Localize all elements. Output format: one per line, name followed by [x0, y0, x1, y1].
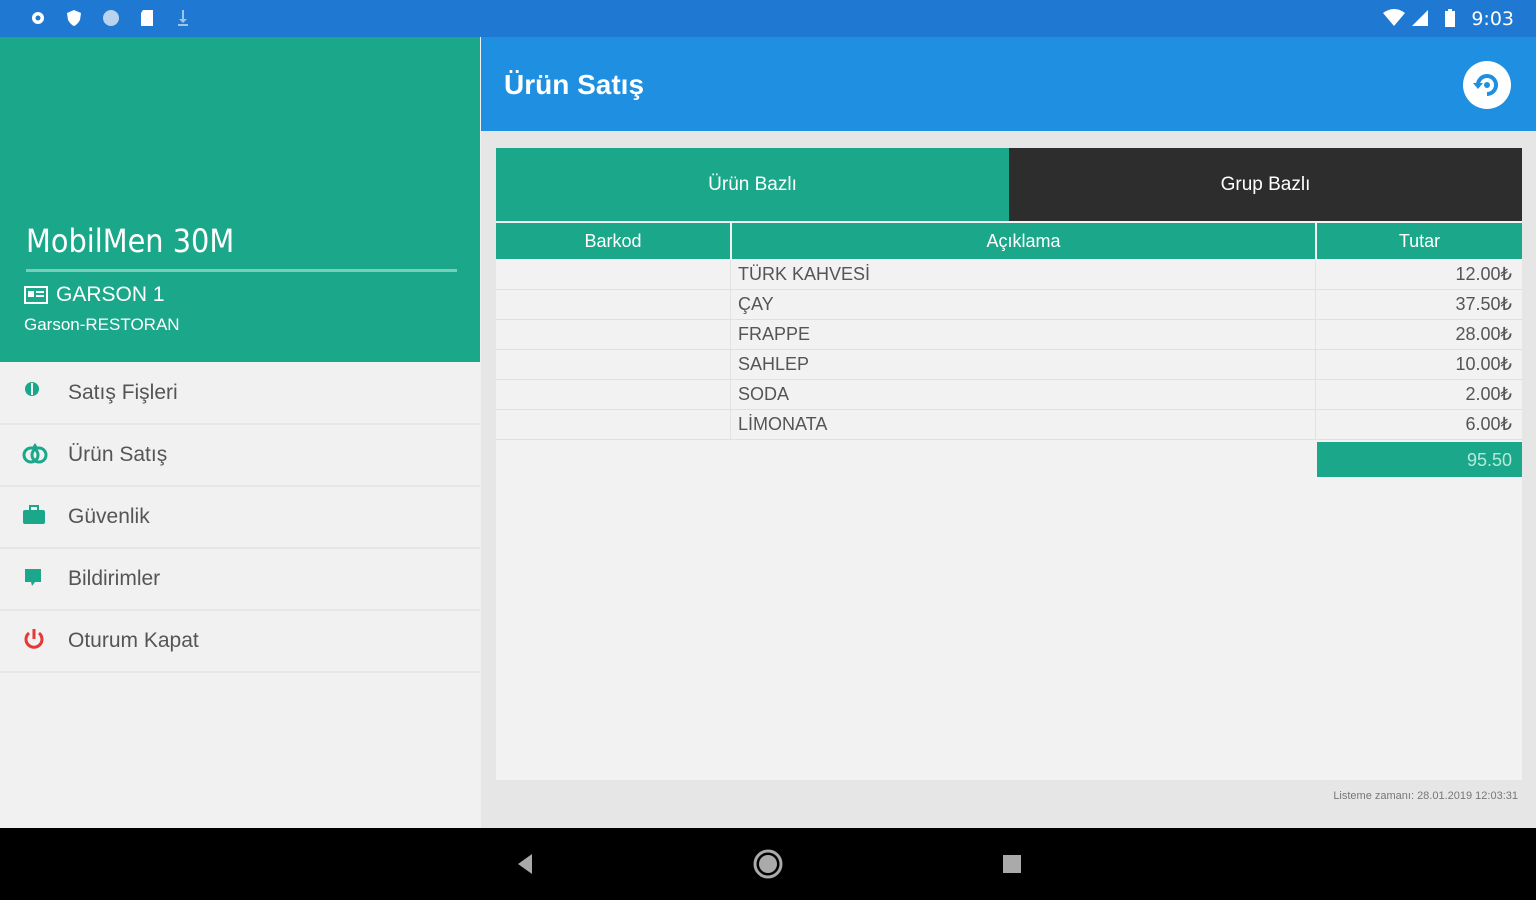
- power-icon: [24, 629, 44, 649]
- user-name: GARSON 1: [56, 283, 165, 306]
- download-icon: [178, 10, 188, 26]
- page-title: Ürün Satış: [504, 69, 645, 100]
- menu-item-satis-fisleri[interactable]: Satış Fişleri: [0, 363, 480, 425]
- menu-label: Satış Fişleri: [68, 381, 178, 404]
- products-icon: [22, 443, 48, 464]
- drawer-header: MobilMen 30M GARSON 1 Garson-RESTORAN: [0, 37, 480, 362]
- table-row[interactable]: LİMONATA 6.00₺: [496, 410, 1522, 440]
- total-amount: 95.50: [1317, 442, 1522, 477]
- menu-item-urun-satis[interactable]: Ürün Satış: [0, 425, 480, 487]
- signal-icon: [1412, 10, 1428, 26]
- cell-amount: 12.00₺: [1455, 264, 1513, 284]
- sd-card-icon: [141, 10, 153, 26]
- menu-label: Bildirimler: [68, 567, 161, 590]
- column-divider: [730, 320, 731, 349]
- column-divider: [730, 260, 731, 289]
- column-divider: [730, 290, 731, 319]
- refresh-button[interactable]: [1463, 61, 1511, 109]
- drawer-menu: Satış Fişleri Ürün Satış Güvenlik Bildir…: [0, 363, 480, 673]
- cell-amount: 28.00₺: [1455, 324, 1513, 344]
- cell-description: ÇAY: [738, 294, 774, 314]
- menu-item-oturum-kapat[interactable]: Oturum Kapat: [0, 611, 480, 673]
- column-divider: [730, 380, 731, 409]
- last-updated-note: Listeme zamanı: 28.01.2019 12:03:31: [1333, 790, 1518, 802]
- wifi-icon: [1383, 9, 1405, 26]
- cell-description: TÜRK KAHVESİ: [738, 264, 871, 284]
- battery-icon: [1445, 9, 1455, 27]
- column-header-amount[interactable]: Tutar: [1317, 223, 1522, 259]
- menu-label: Ürün Satış: [68, 443, 168, 466]
- cell-amount: 6.00₺: [1465, 414, 1513, 434]
- table-row[interactable]: SODA 2.00₺: [496, 380, 1522, 410]
- cell-description: LİMONATA: [738, 414, 828, 434]
- menu-label: Oturum Kapat: [68, 629, 199, 652]
- back-button-icon[interactable]: [512, 850, 538, 878]
- cell-description: SAHLEP: [738, 354, 810, 374]
- cell-amount: 10.00₺: [1455, 354, 1513, 374]
- briefcase-icon: [23, 505, 45, 524]
- user-info: GARSON 1: [24, 283, 165, 307]
- circle-icon: [103, 10, 119, 26]
- notification-icon: [25, 569, 41, 586]
- clock: 9:03: [1471, 8, 1514, 30]
- header-divider: [26, 269, 457, 272]
- table-row[interactable]: ÇAY 37.50₺: [496, 290, 1522, 320]
- column-divider: [1315, 410, 1316, 439]
- column-divider: [1315, 290, 1316, 319]
- column-divider: [1315, 260, 1316, 289]
- home-button-icon[interactable]: [752, 848, 784, 880]
- table-row[interactable]: TÜRK KAHVESİ 12.00₺: [496, 260, 1522, 290]
- column-divider: [1315, 320, 1316, 349]
- table-header: Barkod Açıklama Tutar: [496, 223, 1522, 259]
- settings-icon: [32, 12, 44, 24]
- tab-grup-bazli[interactable]: Grup Bazlı: [1009, 148, 1522, 221]
- table-row[interactable]: SAHLEP 10.00₺: [496, 350, 1522, 380]
- total-value: 95.50: [1466, 450, 1512, 470]
- app-toolbar: Ürün Satış: [481, 37, 1536, 131]
- cell-amount: 37.50₺: [1455, 294, 1513, 314]
- system-navigation-bar: [0, 828, 1536, 900]
- receipt-icon: [25, 382, 39, 396]
- column-divider: [1315, 350, 1316, 379]
- user-role: Garson-RESTORAN: [24, 315, 180, 334]
- cell-amount: 2.00₺: [1465, 384, 1513, 404]
- menu-item-bildirimler[interactable]: Bildirimler: [0, 549, 480, 611]
- column-header-description[interactable]: Açıklama: [732, 223, 1315, 259]
- shield-icon: [67, 10, 81, 26]
- menu-label: Güvenlik: [68, 505, 150, 528]
- refresh-icon: [1473, 74, 1498, 96]
- navigation-drawer: MobilMen 30M GARSON 1 Garson-RESTORAN Sa…: [0, 37, 480, 828]
- column-divider: [1315, 380, 1316, 409]
- cell-description: FRAPPE: [738, 324, 811, 344]
- status-bar: 9:03: [0, 0, 1536, 37]
- column-divider: [730, 410, 731, 439]
- id-card-icon: [24, 286, 48, 304]
- tab-urun-bazli[interactable]: Ürün Bazlı: [496, 148, 1009, 221]
- table-row[interactable]: FRAPPE 28.00₺: [496, 320, 1522, 350]
- recents-button-icon[interactable]: [1000, 852, 1024, 876]
- menu-item-guvenlik[interactable]: Güvenlik: [0, 487, 480, 549]
- column-divider: [730, 350, 731, 379]
- app-name: MobilMen 30M: [26, 222, 235, 260]
- cell-description: SODA: [738, 384, 790, 404]
- column-header-barcode[interactable]: Barkod: [496, 223, 730, 259]
